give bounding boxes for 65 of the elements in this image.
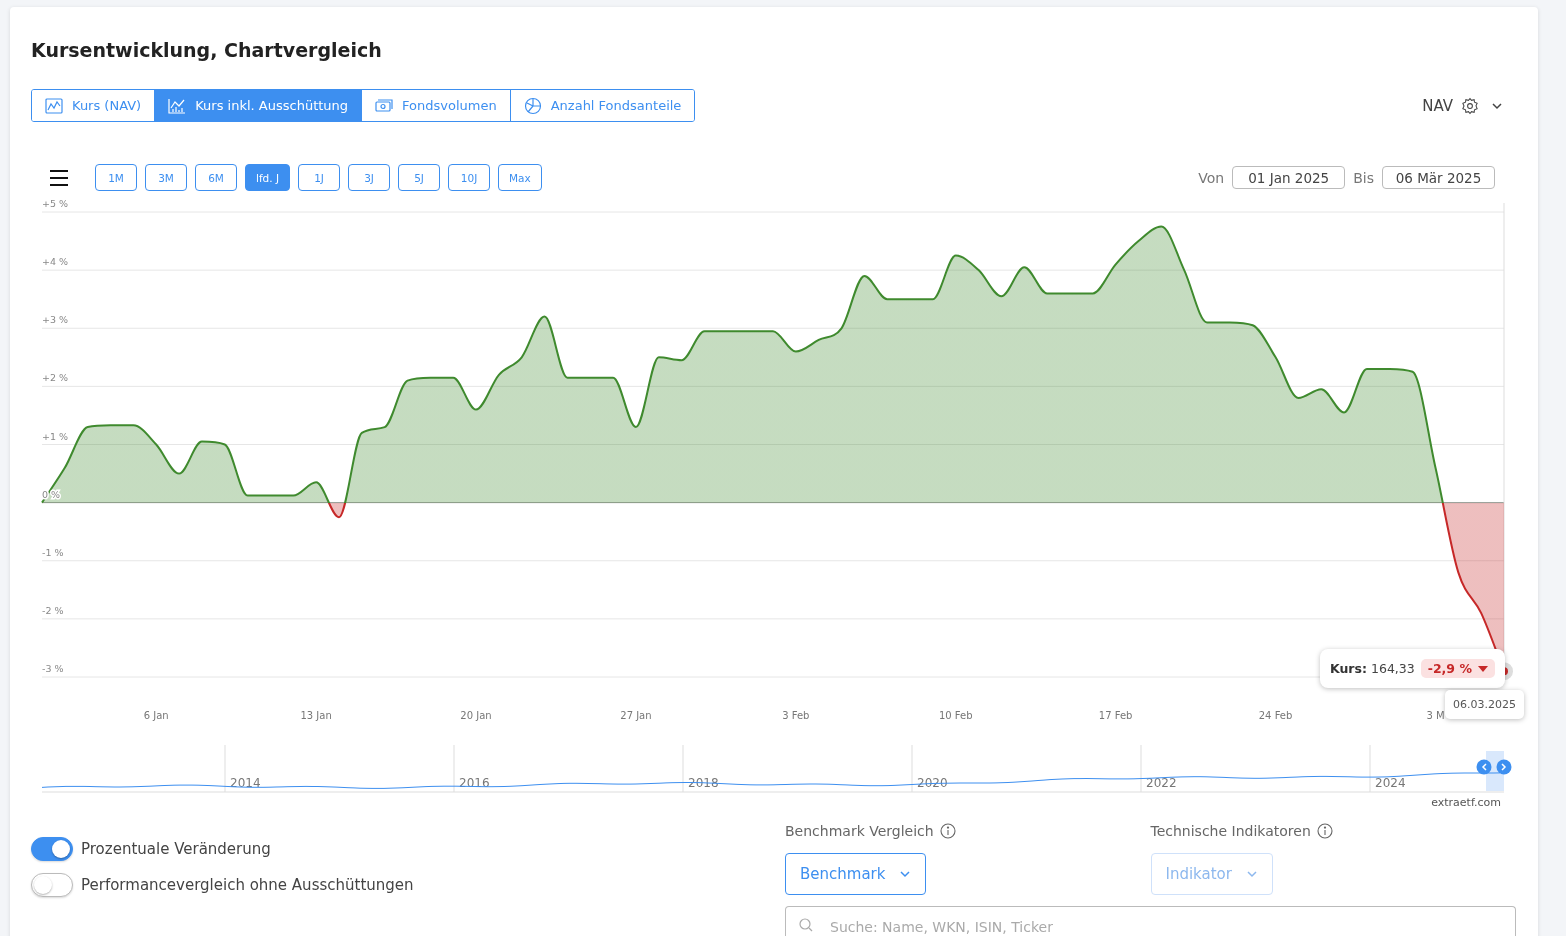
scroll-left-icon[interactable] <box>1476 759 1492 775</box>
benchmark-dropdown[interactable]: Benchmark <box>785 853 927 895</box>
chevron-down-icon <box>899 870 912 878</box>
down-triangle-icon <box>1477 665 1488 672</box>
date-label: 06.03.2025 <box>1445 690 1524 719</box>
period-button[interactable]: 1M <box>95 164 137 191</box>
search-field[interactable]: Suche: Name, WKN, ISIN, Ticker <box>785 906 1516 936</box>
settings-dropdown[interactable] <box>1461 96 1503 115</box>
view-tab[interactable]: Kurs inkl. Ausschüttung <box>154 90 362 121</box>
x-axis-label: 6 Jan <box>143 710 169 721</box>
toggle-label: Performancevergleich ohne Ausschüttungen <box>81 876 414 894</box>
pie-chart-icon <box>523 96 542 115</box>
y-axis-label: +3 % <box>42 314 69 326</box>
x-axis-label: 24 Feb <box>1258 710 1293 721</box>
line-chart-icon <box>45 97 63 114</box>
scroll-right-icon[interactable] <box>1496 759 1512 775</box>
x-axis-label: 20 Jan <box>460 710 492 721</box>
year-label: 2014 <box>230 776 261 790</box>
y-axis-label: +1 % <box>42 430 69 442</box>
tooltip-value: 164,33 <box>1371 661 1415 676</box>
chevron-down-icon <box>1245 870 1258 878</box>
menu-icon[interactable] <box>49 168 69 187</box>
y-axis-label: +2 % <box>42 372 69 384</box>
bar-chart-icon <box>168 97 187 114</box>
period-button[interactable]: 6M <box>195 164 237 191</box>
info-icon <box>939 823 956 839</box>
benchmark-heading: Benchmark Vergleich <box>785 823 934 839</box>
y-axis-label: -2 % <box>42 604 64 616</box>
panel-title: Kursentwicklung, Chartvergleich <box>31 39 383 61</box>
x-axis-label: 3 Feb <box>782 710 810 721</box>
period-button[interactable]: lfd. J <box>245 164 291 191</box>
x-axis-label: 13 Jan <box>300 710 332 721</box>
tooltip-label: Kurs: <box>1330 661 1367 676</box>
y-axis-label: +4 % <box>42 256 69 268</box>
x-axis-label: 10 Feb <box>938 710 973 721</box>
banknote-icon <box>375 98 394 113</box>
y-axis-label: -3 % <box>42 663 64 674</box>
change-badge: -2,9 % <box>1420 659 1495 678</box>
x-axis-label: 27 Jan <box>620 710 652 721</box>
period-button[interactable]: 1J <box>298 164 341 191</box>
y-axis-label: -1 % <box>42 546 64 558</box>
period-button[interactable]: 5J <box>398 164 441 191</box>
x-axis-label: 3 M <box>1426 710 1445 721</box>
settings-icon <box>1461 96 1479 115</box>
toggle-switch[interactable] <box>31 873 73 897</box>
period-button[interactable]: 10J <box>448 164 491 191</box>
period-button[interactable]: 3M <box>145 164 187 191</box>
chevron-down-icon <box>1491 101 1503 110</box>
year-label: 2024 <box>1375 776 1406 790</box>
to-date-field[interactable]: 06 Mär 2025 <box>1382 166 1495 189</box>
period-button[interactable]: Max <box>498 164 542 191</box>
year-label: 2022 <box>1146 776 1177 790</box>
indicators-heading: Technische Indikatoren <box>1150 823 1311 839</box>
toggle-label: Prozentuale Veränderung <box>81 840 271 858</box>
credits-link[interactable]: extraetf.com <box>31 796 1517 809</box>
view-tab[interactable]: Anzahl Fondsanteile <box>509 90 695 121</box>
y-axis-label: +5 % <box>42 198 69 209</box>
x-axis-label: 17 Feb <box>1098 710 1133 721</box>
price-type-label: NAV <box>1422 96 1453 115</box>
period-button[interactable]: 3J <box>348 164 391 191</box>
from-label: Von <box>1198 169 1225 186</box>
info-icon <box>1316 823 1333 839</box>
from-date-field[interactable]: 01 Jan 2025 <box>1232 166 1346 189</box>
toggle-switch[interactable] <box>31 837 73 861</box>
to-label: Bis <box>1353 169 1374 186</box>
